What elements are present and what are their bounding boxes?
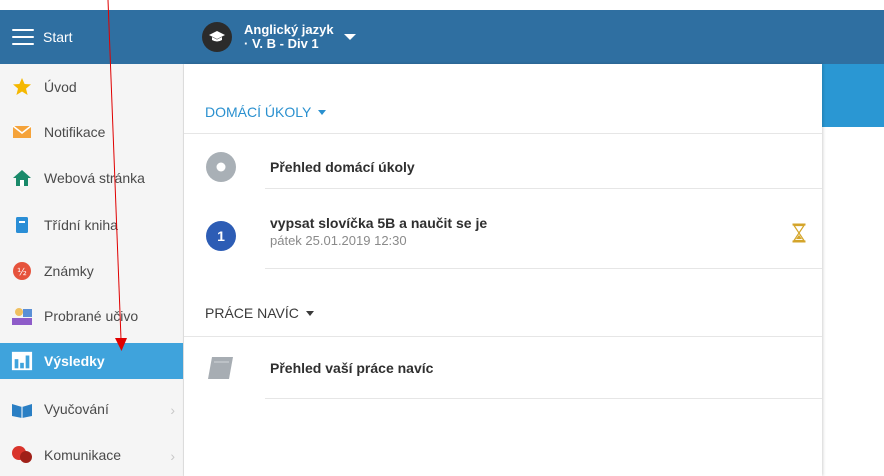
course-title-line1: Anglický jazyk (244, 22, 334, 37)
caret-down-icon (318, 109, 327, 115)
sidebar-item-probrane-ucivo[interactable]: Probrané učivo (0, 298, 183, 334)
notebook-icon (206, 354, 236, 387)
hamburger-icon (12, 29, 34, 45)
book-icon (11, 214, 33, 236)
extra-work-heading: PRÁCE NAVÍC (205, 305, 299, 321)
bar-chart-icon (11, 350, 33, 372)
sidebar-item-label: Třídní kniha (44, 217, 118, 233)
hourglass-icon (792, 223, 806, 248)
main-panel: DOMÁCÍ ÚKOLY Přehled domácí úkoly 1 vyps… (184, 64, 822, 476)
course-title-line2: · V. B - Div 1 (244, 36, 319, 51)
sidebar-item-label: Probrané učivo (44, 308, 139, 324)
sidebar-item-znamky[interactable]: ½ Známky (0, 253, 183, 289)
home-icon (11, 167, 33, 189)
sidebar-item-label: Známky (44, 263, 94, 279)
sidebar-item-label: Webová stránka (44, 170, 145, 186)
start-menu-button[interactable]: Start (0, 10, 182, 64)
chevron-right-icon: › (170, 402, 175, 418)
svg-text:½: ½ (17, 266, 27, 278)
task-number-badge: 1 (206, 221, 236, 251)
sidebar-item-webova-stranka[interactable]: Webová stránka (0, 160, 183, 196)
extra-work-section-header[interactable]: PRÁCE NAVÍC (205, 305, 314, 321)
sidebar-item-label: Notifikace (44, 124, 106, 140)
task-date: pátek 25.01.2019 12:30 (270, 233, 407, 248)
sidebar-item-label: Komunikace (44, 447, 122, 463)
grades-icon: ½ (11, 260, 33, 282)
envelope-icon (11, 121, 33, 143)
divider (265, 398, 822, 399)
chevron-right-icon: › (170, 448, 175, 464)
chat-icon (11, 444, 33, 466)
teacher-icon (11, 305, 33, 327)
extra-work-overview-link[interactable]: Přehled vaší práce navíc (270, 360, 433, 376)
homework-overview-icon (206, 152, 236, 182)
task-title-link[interactable]: vypsat slovíčka 5B a naučit se je (270, 215, 487, 231)
open-book-icon (11, 398, 33, 420)
sidebar-item-label: Vyučování (44, 401, 109, 417)
course-title: Anglický jazyk · V. B - Div 1 (244, 23, 334, 51)
sidebar-item-vyucovani[interactable]: Vyučování › (0, 391, 183, 427)
sidebar-item-notifikace[interactable]: Notifikace (0, 114, 183, 150)
homework-overview-link[interactable]: Přehled domácí úkoly (270, 159, 415, 175)
sidebar-item-uvod[interactable]: Úvod (0, 69, 183, 105)
caret-down-icon (343, 34, 356, 40)
sidebar: Úvod Notifikace Webová stránka Třídní kn… (0, 64, 184, 476)
divider (184, 336, 822, 337)
divider (265, 188, 822, 189)
divider (265, 268, 822, 269)
course-selector[interactable]: Anglický jazyk · V. B - Div 1 (202, 10, 356, 64)
homework-section-header[interactable]: DOMÁCÍ ÚKOLY (205, 104, 327, 120)
sidebar-item-label: Výsledky (44, 353, 105, 369)
sidebar-item-label: Úvod (44, 79, 77, 95)
caret-down-icon (305, 310, 314, 316)
star-icon (11, 76, 33, 98)
top-bar: Start Anglický jazyk · V. B - Div 1 (0, 10, 884, 64)
sidebar-item-komunikace[interactable]: Komunikace › (0, 437, 183, 473)
homework-heading: DOMÁCÍ ÚKOLY (205, 104, 312, 120)
divider (184, 133, 822, 134)
header-banner (822, 64, 884, 127)
graduation-cap-icon (202, 22, 232, 52)
sidebar-item-tridni-kniha[interactable]: Třídní kniha (0, 207, 183, 243)
start-label: Start (43, 29, 73, 45)
sidebar-item-vysledky[interactable]: Výsledky (0, 343, 183, 379)
